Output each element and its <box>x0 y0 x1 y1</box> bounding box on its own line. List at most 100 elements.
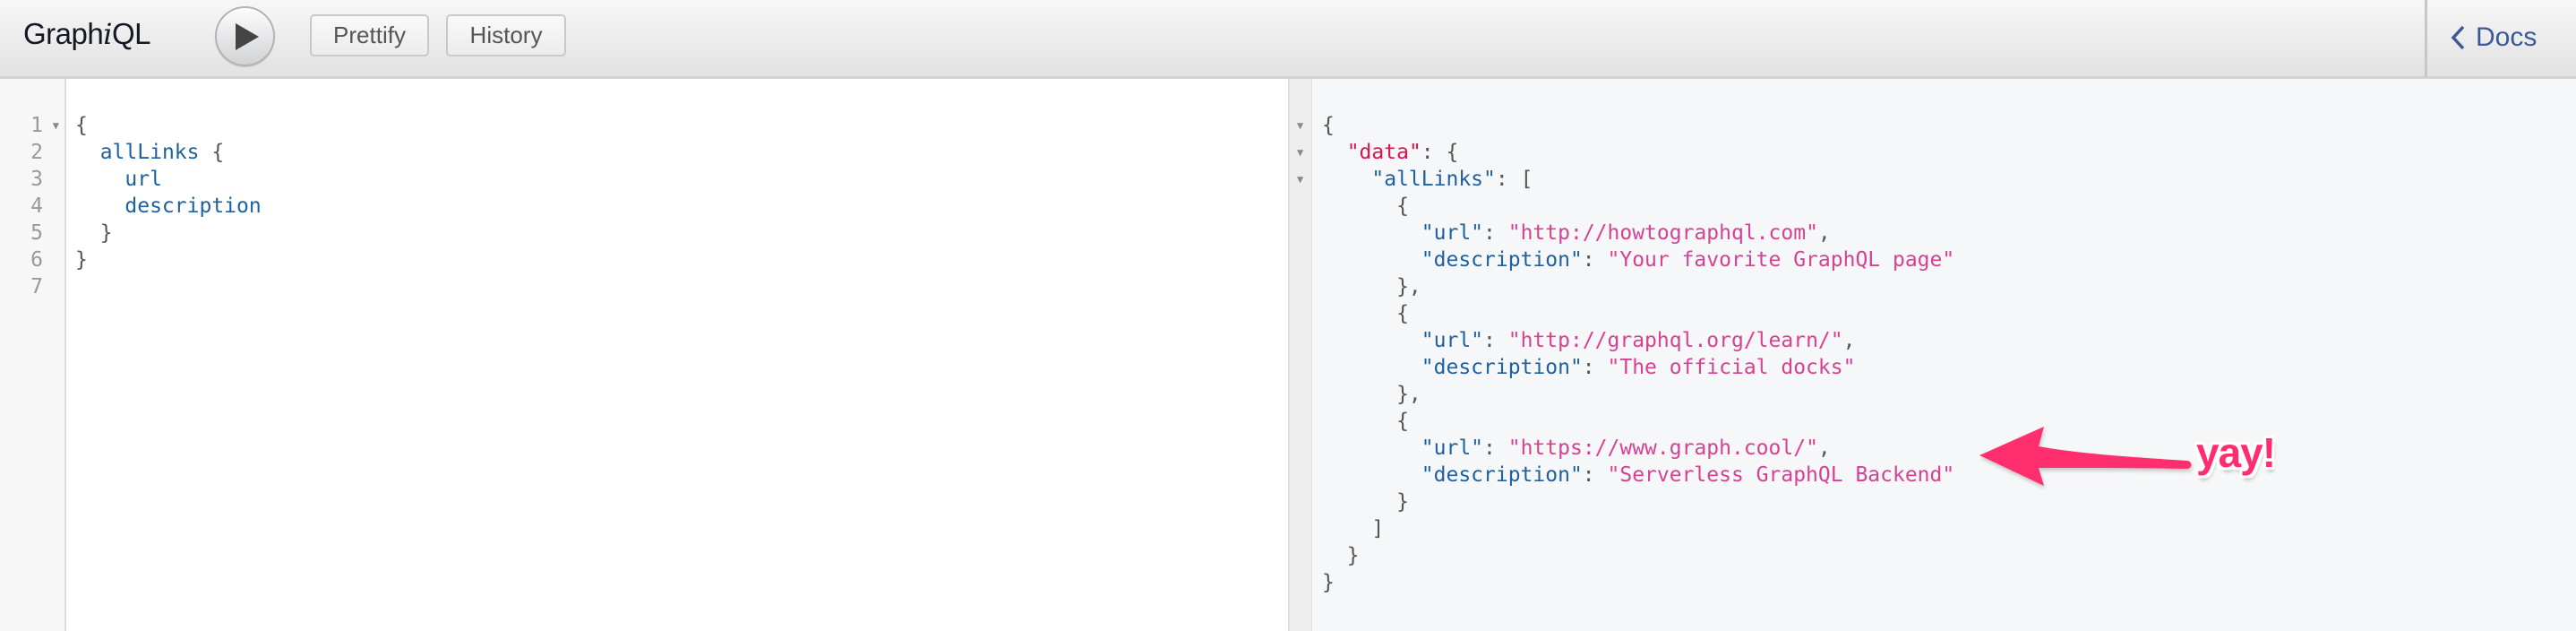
code-line: url <box>75 166 262 193</box>
token-punct: : { <box>1421 141 1459 164</box>
token-punct <box>75 194 125 218</box>
line-number: 5 <box>0 220 66 246</box>
token-punct: : <box>1582 356 1608 379</box>
code-line: "url": "https://www.graph.cool/", <box>1322 435 1954 462</box>
code-line: { <box>1322 112 1954 139</box>
execute-query-button[interactable] <box>215 6 275 66</box>
code-line: }, <box>1322 273 1954 300</box>
token-punct: : [ <box>1495 168 1533 191</box>
line-number-text: 3 <box>30 168 43 191</box>
app-title-suffix: QL <box>111 17 151 50</box>
token-str: "Serverless GraphQL Backend" <box>1607 463 1955 487</box>
line-number-text: 2 <box>30 141 43 164</box>
code-line: { <box>1322 300 1954 327</box>
fold-triangle-icon[interactable]: ▼ <box>1297 139 1303 166</box>
token-punct <box>1322 437 1421 460</box>
code-line: } <box>1322 542 1954 569</box>
docs-button[interactable]: Docs <box>2451 20 2537 56</box>
token-punct: } <box>1322 544 1360 567</box>
token-str: "Your favorite GraphQL page" <box>1607 248 1955 272</box>
token-key: "allLinks" <box>1371 168 1496 191</box>
token-punct: } <box>1322 490 1409 514</box>
token-punct: { <box>199 141 225 164</box>
token-punct: , <box>1817 221 1831 245</box>
line-number: 2 <box>0 139 66 166</box>
fold-triangle-icon[interactable]: ▼ <box>1297 166 1303 193</box>
token-punct: , <box>1817 437 1831 460</box>
token-punct <box>75 168 125 191</box>
token-str: "https://www.graph.cool/" <box>1507 437 1818 460</box>
code-line: } <box>75 220 262 246</box>
token-punct <box>1322 463 1421 487</box>
token-field: url <box>125 168 162 191</box>
token-punct: ] <box>1322 517 1385 540</box>
token-punct <box>75 141 100 164</box>
token-field: allLinks <box>99 141 200 164</box>
fold-triangle-icon[interactable]: ▼ <box>53 112 59 139</box>
token-punct: } <box>75 221 113 245</box>
token-str: "The official docks" <box>1607 356 1856 379</box>
token-field: description <box>125 194 262 218</box>
docs-separator <box>2425 0 2427 77</box>
line-numbers: 1 ▼ 2 3 4 5 6 7 <box>0 112 66 300</box>
token-punct: : <box>1582 463 1608 487</box>
code-line: { <box>75 112 262 139</box>
line-number-text: 6 <box>30 248 43 272</box>
code-line: "description": "Serverless GraphQL Backe… <box>1322 462 1954 488</box>
token-key: "url" <box>1421 437 1484 460</box>
token-punct: } <box>1322 571 1335 594</box>
query-editor-code[interactable]: { allLinks { url description }} <box>75 112 262 300</box>
chevron-left-icon <box>2451 25 2465 50</box>
arrow-left-icon <box>1979 427 2192 486</box>
token-punct <box>1322 356 1421 379</box>
result-viewer-code: { "data": { "allLinks": [ { "url": "http… <box>1322 112 1954 596</box>
history-button[interactable]: History <box>446 14 566 56</box>
annotation-text: yay! <box>2196 429 2276 476</box>
code-line: "url": "http://graphql.org/learn/", <box>1322 327 1954 354</box>
code-line: "description": "The official docks" <box>1322 354 1954 381</box>
token-punct: { <box>1322 114 1335 137</box>
token-key: "url" <box>1421 329 1484 352</box>
token-key: "description" <box>1421 356 1583 379</box>
token-punct <box>1322 329 1421 352</box>
token-punct: }, <box>1322 275 1421 298</box>
code-line: allLinks { <box>75 139 262 166</box>
token-punct: }, <box>1322 383 1421 406</box>
prettify-button[interactable]: Prettify <box>310 14 429 56</box>
app-title-prefix: Graph <box>23 17 104 50</box>
result-fold-markers: ▼ ▼ ▼ <box>1290 112 1312 596</box>
line-number-text: 7 <box>30 275 43 298</box>
token-punct: } <box>75 248 88 272</box>
token-punct: : <box>1582 248 1608 272</box>
code-line: description <box>75 193 262 220</box>
token-str: "http://graphql.org/learn/" <box>1507 329 1843 352</box>
line-number-text: 5 <box>30 221 43 245</box>
token-punct: : <box>1483 437 1508 460</box>
fold-triangle-icon[interactable]: ▼ <box>1297 112 1303 139</box>
line-number: 1 ▼ <box>0 112 66 139</box>
play-icon <box>236 22 259 50</box>
code-line: "allLinks": [ <box>1322 166 1954 193</box>
query-editor[interactable]: 1 ▼ 2 3 4 5 6 7 { allLinks { url description }} <box>0 79 1288 631</box>
code-line: } <box>75 246 262 273</box>
code-line: { <box>1322 408 1954 435</box>
toolbar: GraphiQL Prettify History Docs <box>0 0 2576 79</box>
code-line: ] <box>1322 515 1954 542</box>
line-number: 6 <box>0 246 66 273</box>
code-line: } <box>1322 569 1954 596</box>
code-line: "url": "http://howtographql.com", <box>1322 220 1954 246</box>
code-line: "description": "Your favorite GraphQL pa… <box>1322 246 1954 273</box>
token-punct <box>1322 141 1347 164</box>
token-punct: { <box>75 114 88 137</box>
token-punct: { <box>1322 410 1409 433</box>
line-number: 3 <box>0 166 66 193</box>
app-title: GraphiQL <box>23 17 150 51</box>
token-root: "data" <box>1346 141 1421 164</box>
token-punct: { <box>1322 194 1409 218</box>
token-key: "description" <box>1421 248 1583 272</box>
code-line: } <box>1322 488 1954 515</box>
token-punct: , <box>1842 329 1856 352</box>
token-punct: : <box>1483 221 1508 245</box>
token-punct: : <box>1483 329 1508 352</box>
token-punct: { <box>1322 302 1409 325</box>
